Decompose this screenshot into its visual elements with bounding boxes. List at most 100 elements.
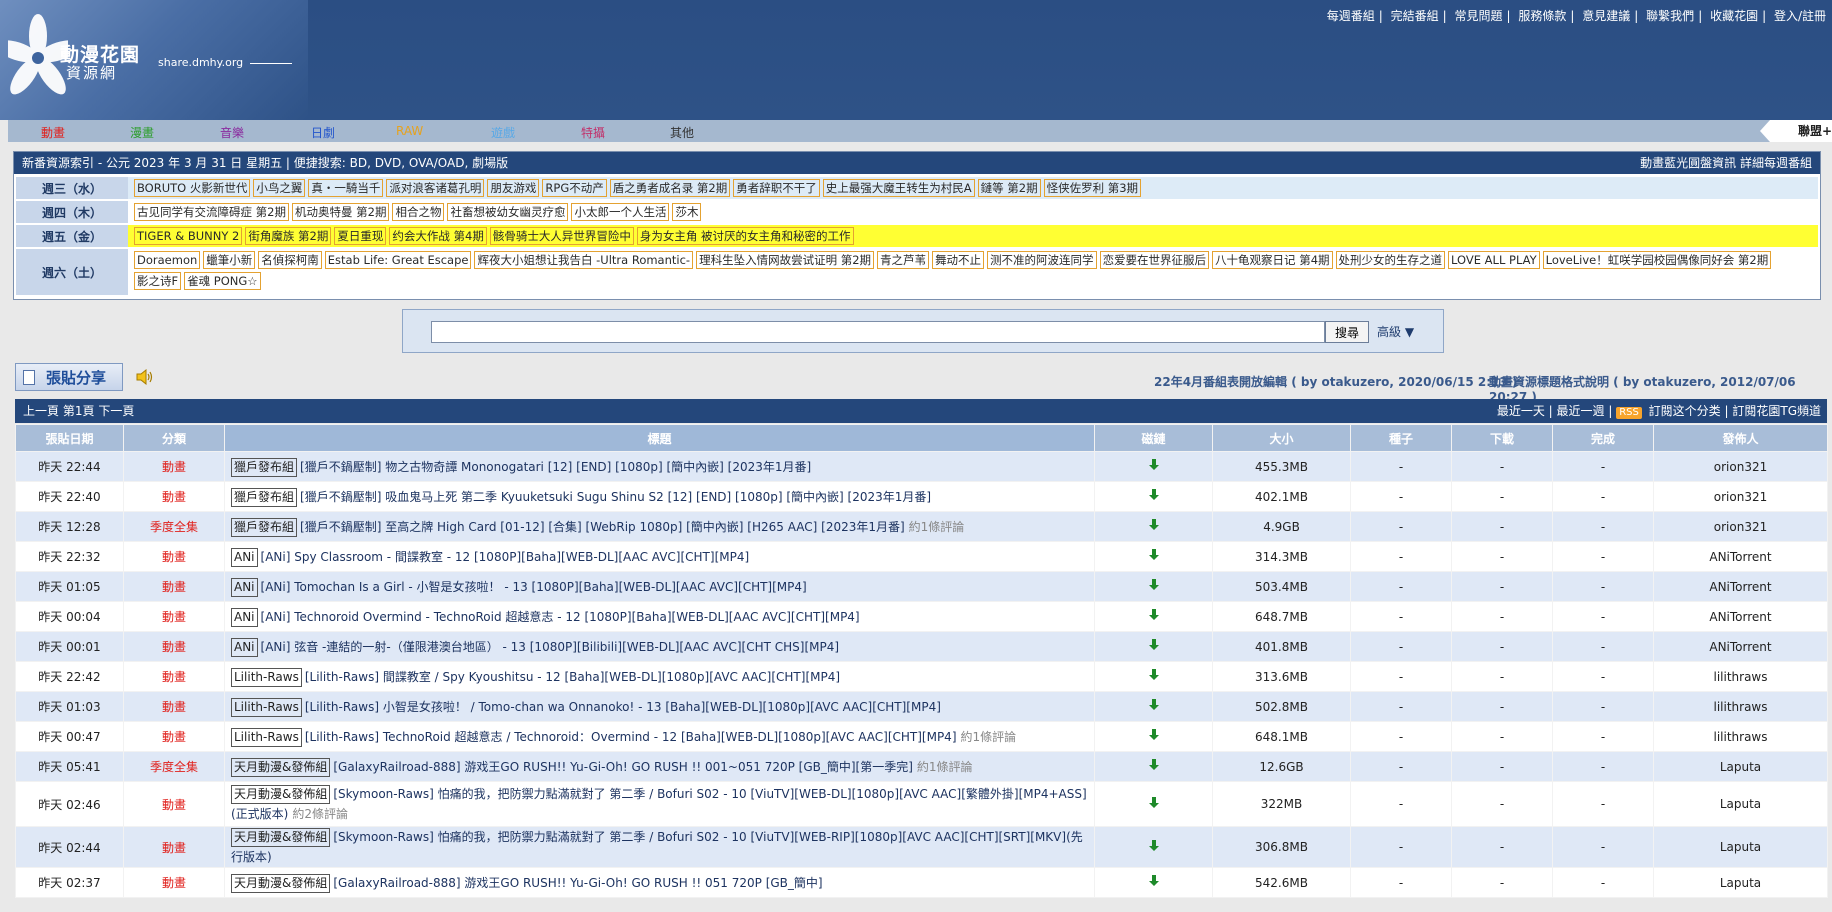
- toplink-faq[interactable]: 常見問題: [1455, 9, 1503, 23]
- torrent-title-link[interactable]: [ANi] Technoroid Overmind - TechnoRoid 超…: [261, 610, 860, 624]
- filter-last-day[interactable]: 最近一天: [1497, 404, 1545, 418]
- down-arrow-icon[interactable]: [1148, 759, 1160, 771]
- down-arrow-icon[interactable]: [1148, 489, 1160, 501]
- subscribe-tg-link[interactable]: 訂閱花園TG頻道: [1732, 404, 1821, 418]
- down-arrow-icon[interactable]: [1148, 839, 1160, 852]
- toplink-completed[interactable]: 完結番組: [1391, 9, 1439, 23]
- down-arrow-icon[interactable]: [1148, 519, 1160, 531]
- nav-comic[interactable]: 漫畫: [130, 124, 154, 141]
- nav-raw[interactable]: RAW: [396, 124, 423, 138]
- schedule-tag[interactable]: 测不准的阿波连同学: [987, 251, 1097, 269]
- schedule-tag[interactable]: 派对浪客诸葛孔明: [386, 179, 485, 197]
- publisher-link[interactable]: lilithraws: [1653, 691, 1828, 722]
- category-link[interactable]: 季度全集: [123, 511, 225, 542]
- col-header-seeds[interactable]: 種子: [1350, 424, 1452, 452]
- speaker-icon[interactable]: [136, 369, 154, 385]
- team-tag[interactable]: 天月動漫&發佈組: [231, 785, 331, 804]
- post-share-button[interactable]: 張貼分享: [15, 363, 123, 391]
- schedule-tag[interactable]: LOVE ALL PLAY: [1448, 251, 1540, 269]
- publisher-link[interactable]: Laputa: [1653, 867, 1828, 898]
- category-link[interactable]: 動畫: [123, 541, 225, 572]
- comment-count[interactable]: 約1條評論: [961, 730, 1017, 744]
- nav-game[interactable]: 遊戲: [491, 124, 515, 141]
- schedule-tag[interactable]: Estab Life: Great Escape: [324, 251, 472, 269]
- category-link[interactable]: 動畫: [123, 451, 225, 482]
- team-tag[interactable]: 天月動漫&發佈組: [231, 828, 331, 847]
- publisher-link[interactable]: orion321: [1653, 451, 1828, 482]
- filter-last-week[interactable]: 最近一週: [1557, 404, 1605, 418]
- schedule-tag[interactable]: 史上最强大魔王转生为村民A: [822, 179, 975, 197]
- toplink-login[interactable]: 登入/註冊: [1774, 9, 1826, 23]
- schedule-tag[interactable]: 骸骨骑士大人异世界冒险中: [489, 227, 634, 245]
- down-arrow-icon[interactable]: [1148, 579, 1160, 591]
- comment-count[interactable]: 約2條評論: [292, 807, 348, 821]
- schedule-tag[interactable]: 机动奥特曼 第2期: [291, 203, 390, 221]
- down-arrow-icon[interactable]: [1148, 729, 1160, 741]
- schedule-tag[interactable]: 雀魂 PONG☆: [184, 272, 261, 290]
- down-arrow-icon[interactable]: [1148, 796, 1160, 809]
- schedule-tag[interactable]: RPG不动产: [542, 179, 607, 197]
- schedule-tag[interactable]: 约会大作战 第4期: [389, 227, 487, 245]
- team-tag[interactable]: ANi: [231, 547, 258, 567]
- schedule-tag[interactable]: 理科生坠入情网故尝试证明 第2期: [696, 251, 875, 269]
- schedule-tag[interactable]: 莎木: [672, 203, 702, 221]
- schedule-tag[interactable]: 怪侠佐罗利 第3期: [1043, 179, 1142, 197]
- publisher-link[interactable]: ANiTorrent: [1653, 571, 1828, 602]
- category-link[interactable]: 動畫: [123, 481, 225, 512]
- toplink-favorite[interactable]: 收藏花園: [1710, 9, 1758, 23]
- toplink-feedback[interactable]: 意見建議: [1582, 9, 1630, 23]
- schedule-tag[interactable]: 朋友游戏: [487, 179, 540, 197]
- schedule-tag[interactable]: 身为女主角 被讨厌的女主角和秘密的工作: [636, 227, 854, 245]
- rss-icon[interactable]: RSS: [1616, 407, 1642, 419]
- col-header-size[interactable]: 大小: [1212, 424, 1351, 452]
- toplink-contact[interactable]: 聯繫我們: [1646, 9, 1694, 23]
- publisher-link[interactable]: Laputa: [1653, 826, 1828, 868]
- site-logo[interactable]: 動漫花園 資源網 share.dmhy.org: [0, 0, 308, 120]
- publisher-link[interactable]: Laputa: [1653, 751, 1828, 782]
- torrent-title-link[interactable]: [ANi] Spy Classroom - 間諜教室 - 12 [1080P][…: [261, 550, 750, 564]
- category-link[interactable]: 動畫: [123, 691, 225, 722]
- schedule-tag[interactable]: 小鸟之翼: [253, 179, 306, 197]
- col-header-title[interactable]: 標題: [224, 424, 1095, 452]
- torrent-title-link[interactable]: [獵戶不鍋壓制] 吸血鬼马上死 第二季 Kyuuketsuki Sugu Shi…: [300, 490, 931, 504]
- torrent-title-link[interactable]: [獵戶不鍋壓制] 至高之牌 High Card [01-12] [合集] [We…: [300, 520, 905, 534]
- schedule-tag[interactable]: 勇者辞职不干了: [733, 179, 820, 197]
- category-link[interactable]: 動畫: [123, 721, 225, 752]
- nav-music[interactable]: 音樂: [220, 124, 244, 141]
- torrent-title-link[interactable]: [GalaxyRailroad-888] 游戏王GO RUSH!! Yu-Gi-…: [333, 876, 822, 890]
- torrent-title-link[interactable]: [Skymoon-Raws] 怕痛的我，把防禦力點滿就對了 第二季 / Bofu…: [231, 787, 1087, 821]
- team-tag[interactable]: ANi: [231, 607, 258, 627]
- team-tag[interactable]: Lilith-Raws: [231, 667, 302, 687]
- subscribe-category-link[interactable]: 訂閱这个分类: [1649, 404, 1721, 418]
- category-link[interactable]: 動畫: [123, 826, 225, 868]
- torrent-title-link[interactable]: [Skymoon-Raws] 怕痛的我，把防禦力點滿就對了 第二季 / Bofu…: [231, 830, 1083, 864]
- schedule-tag[interactable]: LoveLive！虹咲学园校园偶像同好会 第2期: [1542, 251, 1772, 269]
- schedule-tag[interactable]: 蠟筆小新: [203, 251, 256, 269]
- down-arrow-icon[interactable]: [1148, 699, 1160, 711]
- team-tag[interactable]: Lilith-Raws: [231, 697, 302, 717]
- col-header-category[interactable]: 分類: [123, 424, 225, 452]
- team-tag[interactable]: 獵戶發布組: [231, 487, 298, 507]
- search-button[interactable]: 搜尋: [1325, 321, 1369, 343]
- col-header-downloads[interactable]: 下載: [1451, 424, 1553, 452]
- category-link[interactable]: 季度全集: [123, 751, 225, 782]
- schedule-header-links[interactable]: 動畫藍光圓盤資訊 詳細每週番組: [1640, 152, 1812, 174]
- torrent-title-link[interactable]: [獵戶不鍋壓制] 物之古物奇譚 Mononogatari [12] [END] …: [300, 460, 811, 474]
- team-tag[interactable]: Lilith-Raws: [231, 727, 302, 747]
- category-link[interactable]: 動畫: [123, 571, 225, 602]
- schedule-tag[interactable]: 恋爱要在世界征服后: [1099, 251, 1210, 269]
- comment-count[interactable]: 約1條評論: [917, 760, 973, 774]
- team-tag[interactable]: 天月動漫&發佈組: [231, 757, 331, 777]
- nav-tokusatsu[interactable]: 特攝: [581, 124, 605, 141]
- team-tag[interactable]: ANi: [231, 577, 258, 597]
- schedule-tag[interactable]: 相合之物: [392, 203, 445, 221]
- nav-drama[interactable]: 日劇: [311, 124, 335, 141]
- schedule-tag[interactable]: 盾之勇者成名录 第2期: [609, 179, 731, 197]
- publisher-link[interactable]: Laputa: [1653, 781, 1828, 827]
- category-link[interactable]: 動畫: [123, 781, 225, 827]
- publisher-link[interactable]: ANiTorrent: [1653, 601, 1828, 632]
- down-arrow-icon[interactable]: [1148, 609, 1160, 621]
- category-link[interactable]: 動畫: [123, 867, 225, 898]
- torrent-title-link[interactable]: [GalaxyRailroad-888] 游戏王GO RUSH!! Yu-Gi-…: [333, 760, 913, 774]
- next-page-link[interactable]: 下一頁: [98, 404, 134, 418]
